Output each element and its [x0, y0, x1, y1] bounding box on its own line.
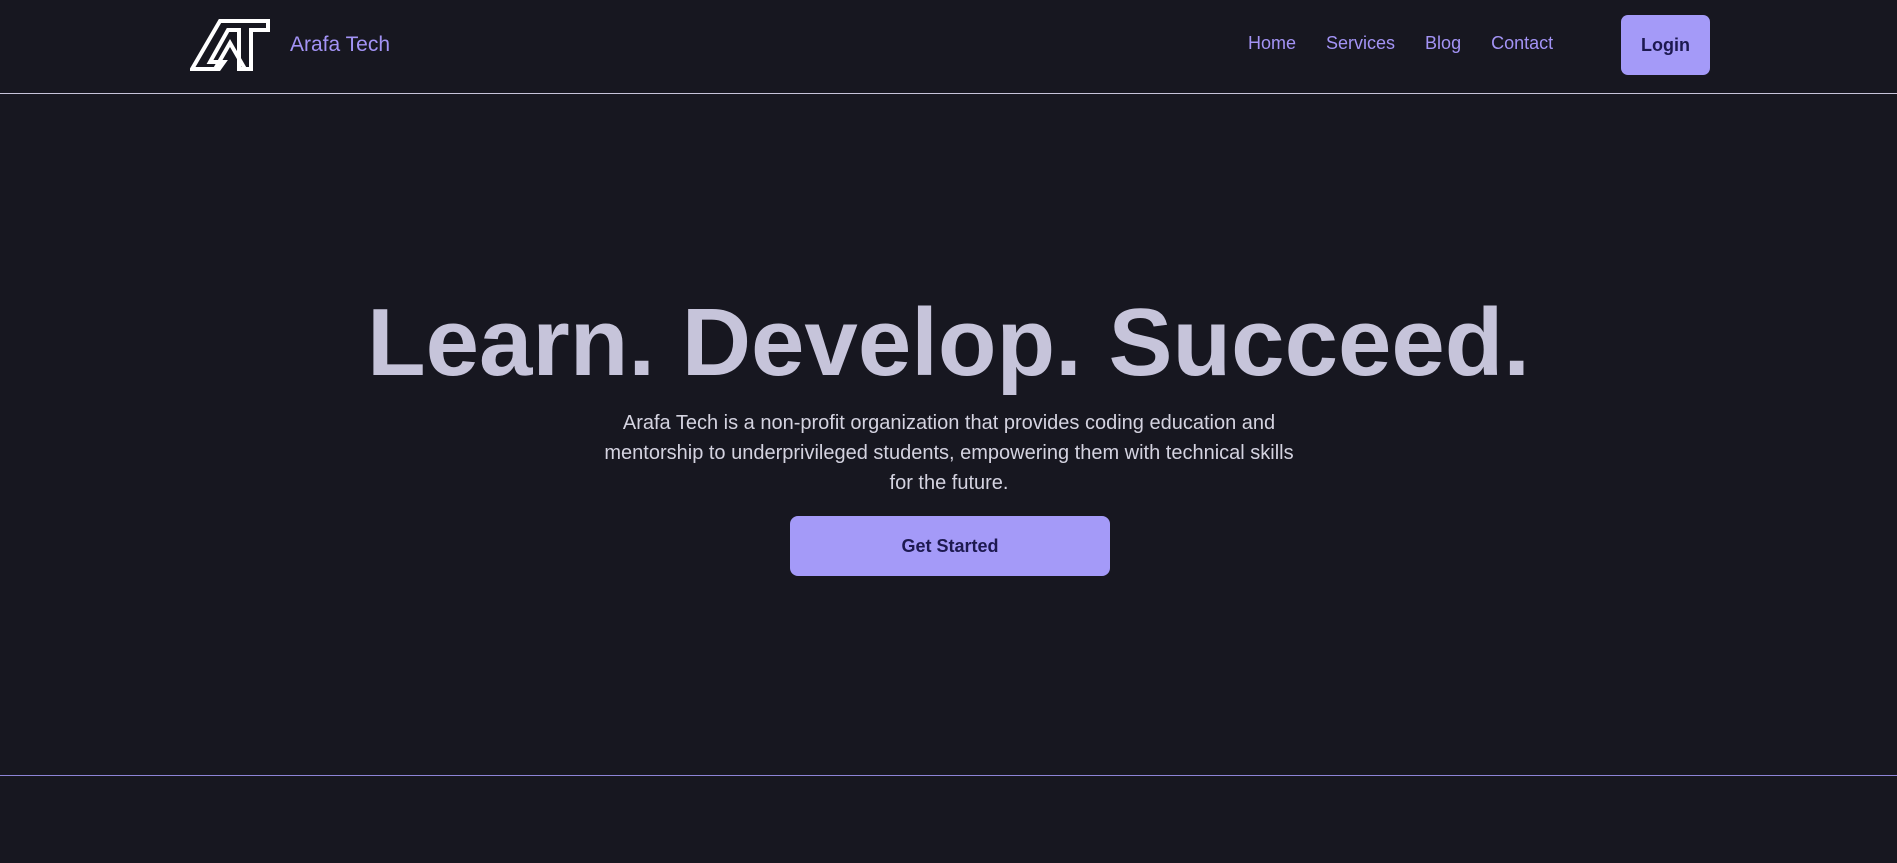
- section-divider: [0, 775, 1897, 776]
- login-button[interactable]: Login: [1621, 15, 1710, 75]
- nav-link-contact[interactable]: Contact: [1491, 33, 1553, 54]
- nav-link-services[interactable]: Services: [1326, 33, 1395, 54]
- hero-title: Learn. Develop. Succeed.: [366, 289, 1531, 396]
- hero-description: Arafa Tech is a non-profit organization …: [604, 412, 1294, 494]
- get-started-button[interactable]: Get Started: [790, 516, 1110, 576]
- primary-navigation: Home Services Blog Contact: [1248, 33, 1553, 54]
- page: Arafa Tech Home Services Blog Contact Lo…: [0, 0, 1897, 863]
- hero-section: Learn. Develop. Succeed. Arafa Tech is a…: [0, 95, 1897, 775]
- brand-name: Arafa Tech: [290, 33, 391, 56]
- arafa-tech-logo-icon: [190, 19, 270, 71]
- nav-link-blog[interactable]: Blog: [1425, 33, 1461, 54]
- brand-home-link[interactable]: Arafa Tech: [190, 18, 390, 72]
- nav-link-home[interactable]: Home: [1248, 33, 1296, 54]
- top-navigation-bar: Arafa Tech Home Services Blog Contact Lo…: [0, 0, 1897, 94]
